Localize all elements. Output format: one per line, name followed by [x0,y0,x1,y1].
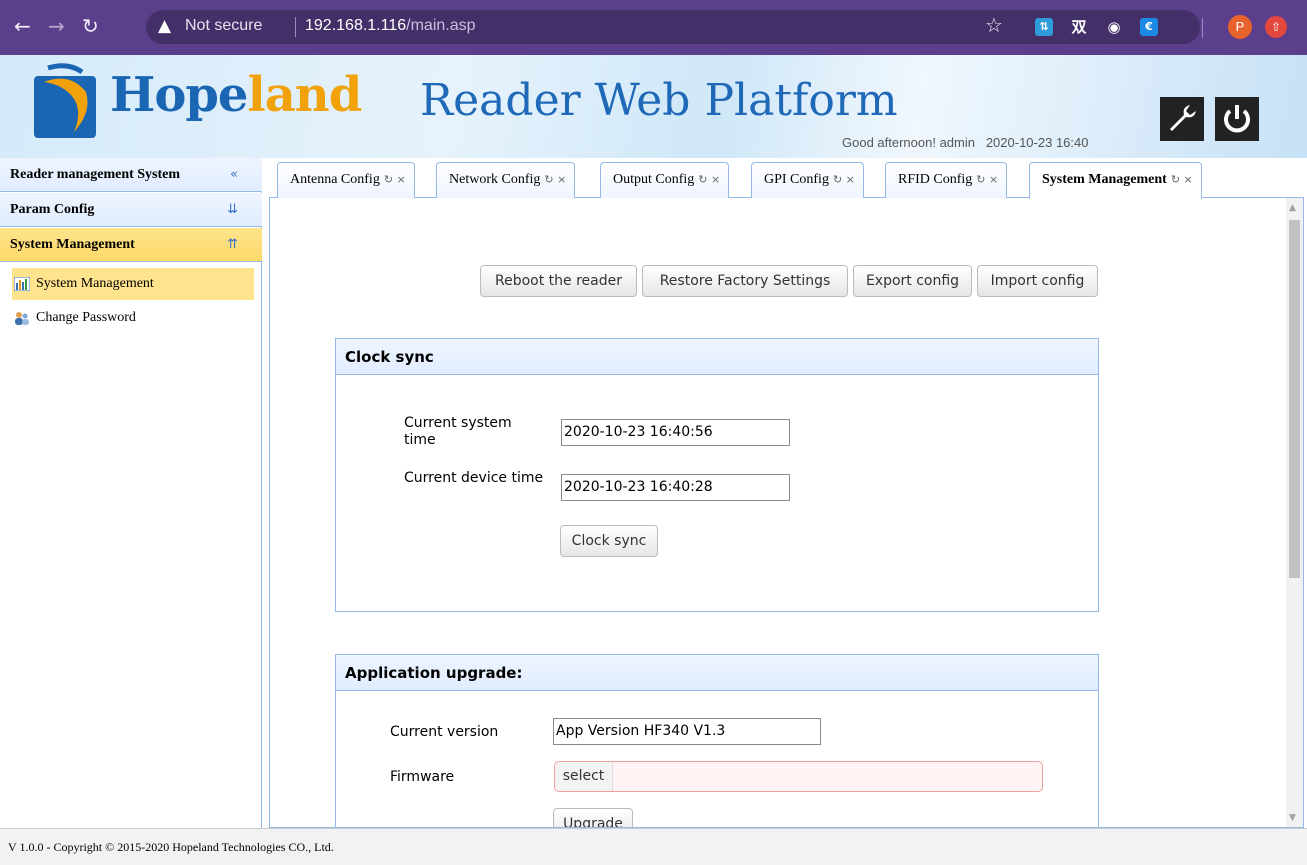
system-time-field[interactable]: 2020-10-23 16:40:56 [561,419,790,446]
tab-label: Antenna Config [290,172,380,187]
url-text[interactable]: 192.168.1.116/main.asp [305,17,476,35]
users-icon [15,312,29,325]
security-label[interactable]: Not secure [185,17,262,35]
dict-icon[interactable]: 双 [1070,18,1088,36]
clock-sync-panel: Clock sync Current system time 2020-10-2… [335,338,1099,612]
sidebar-item-label: Change Password [36,310,136,325]
restore-factory-button[interactable]: Restore Factory Settings [642,265,848,297]
back-arrow-icon[interactable]: ← [14,14,31,38]
footer-copyright: V 1.0.0 - Copyright © 2015-2020 Hopeland… [0,828,1307,865]
wrench-glyph [1170,105,1196,131]
content-scrollbar[interactable]: ▲ ▼ [1286,198,1303,827]
tab-label: Network Config [449,172,541,187]
tab-refresh-close-icons[interactable]: ↻ × [1171,173,1193,186]
scroll-down-arrow-icon[interactable]: ▼ [1289,813,1296,823]
url-divider [295,17,296,37]
double-chevron-down-icon[interactable]: ⇊ [227,193,238,227]
platform-title: Reader Web Platform [420,75,898,126]
tab-output-config[interactable]: Output Config ↻ × [600,162,730,198]
forward-arrow-icon[interactable]: → [48,14,65,38]
tab-label: Output Config [613,172,695,187]
export-config-button[interactable]: Export config [853,265,972,297]
sidebar-section-param-config[interactable]: Param Config ⇊ [0,193,262,227]
sidebar-item-label: System Management [36,276,154,291]
reload-icon[interactable]: ↻ [82,14,99,38]
chart-icon [14,277,30,291]
tab-network-config[interactable]: Network Config ↻ × [436,162,576,198]
profile-avatar[interactable]: P [1228,15,1252,39]
current-version-label: Current version [390,724,499,740]
upgrade-title: Application upgrade: [336,655,1098,691]
section-label: Reader management System [10,167,181,182]
wrench-icon[interactable] [1160,97,1204,141]
section-label: Param Config [10,202,95,217]
tab-system-management[interactable]: System Management ↻ × [1029,162,1202,199]
logo-suffix: land [247,67,362,123]
greeting-message: Good afternoon! admin [842,135,975,150]
tab-strip: Antenna Config ↻ × Network Config ↻ × Outp… [269,158,1304,199]
import-config-button[interactable]: Import config [977,265,1098,297]
tab-gpi-config[interactable]: GPI Config ↻ × [751,162,864,198]
toolbar-divider [1202,18,1203,38]
url-host: 192.168.1.116 [305,17,407,34]
power-icon[interactable] [1215,97,1259,141]
logo-prefix: Hope [110,67,248,123]
tab-rfid-config[interactable]: RFID Config ↻ × [885,162,1008,198]
power-glyph [1224,105,1250,133]
tab-refresh-close-icons[interactable]: ↻ × [544,173,566,186]
firmware-file-input[interactable]: select [554,761,1043,792]
tab-label: System Management [1042,172,1167,187]
tab-refresh-close-icons[interactable]: ↻ × [698,173,720,186]
sidebar-item-change-password[interactable]: Change Password [12,302,254,334]
firmware-select-button[interactable]: select [555,762,613,791]
greeting-text: Good afternoon! admin 2020-10-23 16:40 [842,135,1088,150]
update-icon[interactable]: ⇧ [1265,16,1287,38]
clock-sync-title: Clock sync [336,339,1098,375]
double-chevron-up-icon[interactable]: ⇈ [227,228,238,262]
bookmark-star-icon[interactable]: ☆ [985,13,1003,37]
sidebar-item-system-management[interactable]: System Management [12,268,254,300]
box-icon[interactable]: ◉ [1105,18,1123,36]
tab-antenna-config[interactable]: Antenna Config ↻ × [277,162,415,198]
hopeland-logo [34,63,96,138]
url-path: /main.asp [406,17,476,34]
sidebar-section-system-management[interactable]: System Management ⇈ [0,228,262,262]
tab-label: RFID Config [898,172,973,187]
tab-refresh-close-icons[interactable]: ↻ × [976,173,998,186]
browser-toolbar: ← → ↻ ▲ Not secure 192.168.1.116/main.as… [0,0,1307,55]
scroll-up-arrow-icon[interactable]: ▲ [1289,203,1296,213]
scrollbar-thumb[interactable] [1289,220,1300,578]
double-chevron-left-icon[interactable]: « [230,158,238,192]
header-banner: Hopeland Reader Web Platform Good aftern… [0,55,1307,158]
upgrade-button[interactable]: Upgrade [553,808,633,827]
tab-label: GPI Config [764,172,829,187]
device-time-field[interactable]: 2020-10-23 16:40:28 [561,474,790,501]
translate-icon[interactable]: ⇅ [1035,18,1053,36]
firmware-label: Firmware [390,769,455,785]
header-datetime: 2020-10-23 16:40 [985,135,1089,150]
tab-refresh-close-icons[interactable]: ↻ × [384,173,406,186]
sidebar: Reader management System « Param Config … [0,158,262,828]
system-time-label: Current system time [404,415,512,448]
section-label: System Management [10,237,135,252]
tab-content: Reboot the reader Restore Factory Settin… [269,198,1304,828]
reboot-button[interactable]: Reboot the reader [480,265,637,297]
wallet-icon[interactable]: € [1140,18,1158,36]
tab-refresh-close-icons[interactable]: ↻ × [833,173,855,186]
current-version-field[interactable]: App Version HF340 V1.3 [553,718,821,745]
clock-sync-button[interactable]: Clock sync [560,525,658,557]
device-time-label: Current device time [404,470,544,486]
warning-icon[interactable]: ▲ [158,16,171,36]
sidebar-section-reader-management[interactable]: Reader management System « [0,158,262,192]
logo-wordmark: Hopeland [110,67,362,123]
